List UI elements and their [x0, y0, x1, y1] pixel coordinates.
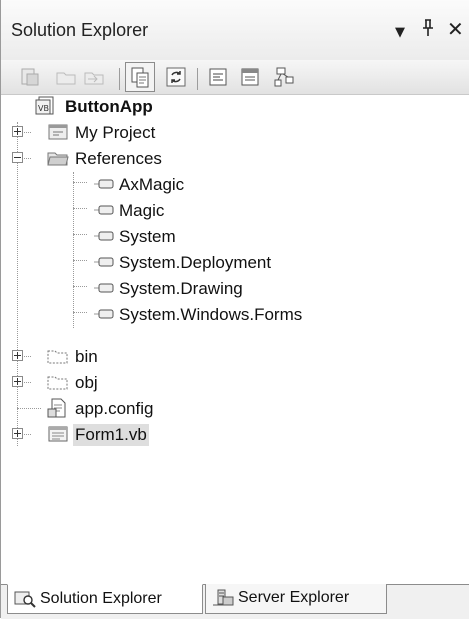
my-project-icon [47, 122, 69, 142]
view-designer-button[interactable] [239, 66, 261, 88]
view-code-icon [209, 68, 227, 86]
tree-node-form1[interactable]: Form1.vb [1, 422, 469, 448]
reference-icon [93, 278, 115, 298]
tree-node-reference[interactable]: System.Drawing [1, 276, 469, 302]
tree-node-reference[interactable]: System [1, 224, 469, 250]
bottom-tab-strip: Solution Explorer Server Explorer [1, 584, 469, 619]
tree-node-obj[interactable]: obj [1, 370, 469, 396]
tree-node-label: System [119, 227, 176, 246]
form-file-icon [47, 424, 69, 444]
tree-node-reference[interactable]: Magic [1, 198, 469, 224]
new-folder-button[interactable] [55, 66, 77, 88]
tree-node-label: System.Drawing [119, 279, 243, 298]
show-all-files-button[interactable] [125, 62, 155, 92]
reference-icon [93, 174, 115, 194]
hidden-folder-icon [47, 372, 69, 392]
class-diagram-icon [274, 67, 294, 87]
reference-icon [93, 252, 115, 272]
refresh-icon [166, 67, 186, 87]
reference-icon [93, 304, 115, 324]
tab-server-explorer[interactable]: Server Explorer [205, 584, 387, 614]
server-explorer-icon [212, 589, 234, 607]
expand-plus-icon[interactable] [12, 376, 23, 387]
tree-node-label: System.Windows.Forms [119, 305, 303, 324]
properties-button[interactable] [19, 66, 41, 88]
show-all-files-icon [131, 67, 149, 88]
tree-node-label: My Project [75, 123, 156, 142]
toolbar-separator [197, 68, 198, 90]
properties-icon [21, 68, 39, 86]
vb-project-icon: VB [35, 96, 57, 116]
new-folder-icon [56, 72, 76, 85]
class-diagram-button[interactable] [273, 66, 295, 88]
tree-node-label: References [75, 149, 162, 168]
tree-node-references[interactable]: References [1, 146, 469, 172]
tree-node-reference[interactable]: System.Deployment [1, 250, 469, 276]
tab-label: Solution Explorer [40, 590, 162, 607]
tree-node-bin[interactable]: bin [1, 344, 469, 370]
svg-text:VB: VB [38, 104, 49, 113]
tree-node-label: app.config [75, 399, 154, 418]
panel-title-bar: Solution Explorer ▼ ✕ [1, 0, 469, 60]
close-button[interactable]: ✕ [447, 18, 464, 40]
tree-node-app-config[interactable]: app.config [1, 396, 469, 422]
move-folder-icon [84, 72, 104, 85]
auto-hide-pin-icon[interactable] [421, 18, 435, 42]
collapse-minus-icon[interactable] [12, 152, 23, 163]
reference-icon [93, 200, 115, 220]
expand-plus-icon[interactable] [12, 350, 23, 361]
reference-icon [93, 226, 115, 246]
hidden-folder-icon [47, 346, 69, 366]
tree-node-label: ButtonApp [65, 97, 153, 116]
tree-node-label: AxMagic [119, 175, 185, 194]
view-designer-icon [241, 68, 259, 86]
tree-node-reference[interactable]: System.Windows.Forms [1, 302, 469, 328]
tree-node-reference[interactable]: AxMagic [1, 172, 469, 198]
move-folder-button[interactable] [83, 66, 105, 88]
panel-title: Solution Explorer [11, 20, 149, 40]
solution-explorer-panel: Solution Explorer ▼ ✕ VB ButtonApp My Pr… [0, 0, 469, 619]
refresh-button[interactable] [165, 66, 187, 88]
tree-node-my-project[interactable]: My Project [1, 120, 469, 146]
tab-label: Server Explorer [238, 589, 350, 606]
tree-node-label: Magic [119, 201, 165, 220]
solution-tree: VB ButtonApp My Project References AxMag… [1, 94, 469, 584]
tree-node-label: Form1.vb [73, 424, 149, 446]
toolbar [1, 60, 469, 95]
toolbar-separator [119, 68, 120, 90]
window-position-dropdown[interactable]: ▼ [395, 22, 405, 44]
view-code-button[interactable] [207, 66, 229, 88]
solution-explorer-icon [14, 590, 36, 608]
tree-node-label: System.Deployment [119, 253, 272, 272]
references-folder-icon [47, 148, 69, 168]
expand-plus-icon[interactable] [12, 428, 23, 439]
tree-node-label: obj [75, 373, 98, 392]
tab-solution-explorer[interactable]: Solution Explorer [7, 584, 203, 614]
tree-node-label: bin [75, 347, 98, 366]
expand-plus-icon[interactable] [12, 126, 23, 137]
tree-node-root[interactable]: VB ButtonApp [1, 94, 469, 120]
config-file-icon [47, 398, 69, 418]
